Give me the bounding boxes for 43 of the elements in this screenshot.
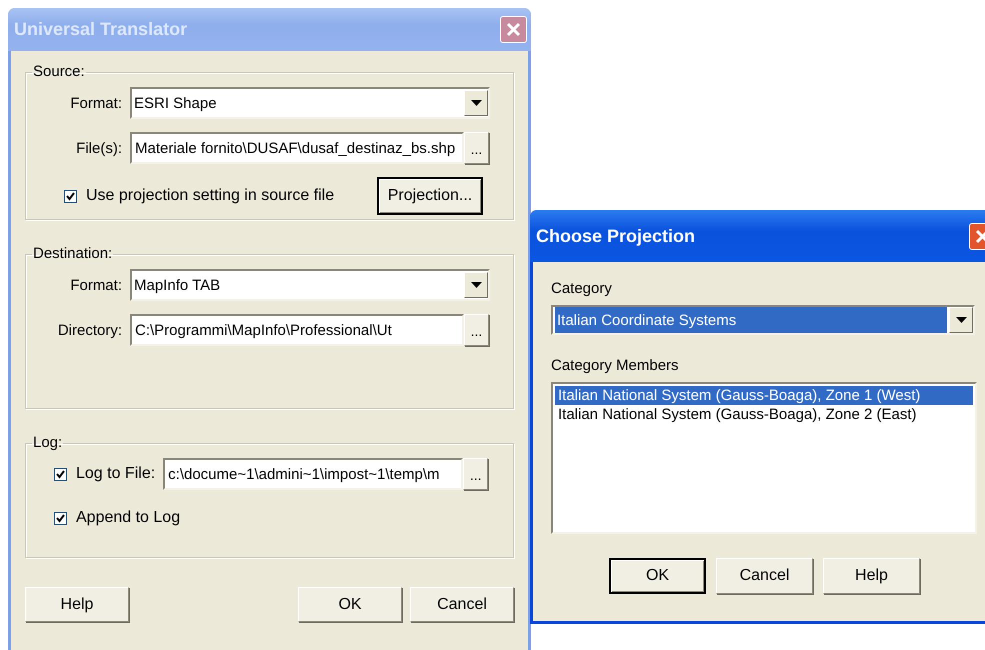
field-label: Category Members <box>551 357 680 374</box>
caret-icon <box>470 282 482 288</box>
window-title: Universal Translator <box>14 19 188 40</box>
dropdown-button[interactable] <box>464 272 488 298</box>
dialog-button[interactable]: Cancel <box>410 587 514 622</box>
dropdown-button[interactable] <box>464 90 488 116</box>
group-label: Log: <box>33 434 62 451</box>
path-field[interactable]: c:\docume~1\admini~1\impost~1\temp\m <box>163 458 464 490</box>
checkbox[interactable] <box>54 468 67 480</box>
list-item[interactable]: Italian National System (Gauss-Boaga), Zone 2 (East) <box>555 405 973 424</box>
dialog-button[interactable]: OK <box>609 558 706 594</box>
dropdown[interactable]: MapInfo TAB <box>130 269 490 301</box>
dialog-button[interactable]: Projection... <box>377 177 483 215</box>
browse-button[interactable]: ... <box>464 314 489 346</box>
path-field[interactable]: Materiale fornito\DUSAF\dusaf_destinaz_bs.shp <box>130 132 464 164</box>
field-label: Directory: <box>56 322 122 338</box>
dialog-button[interactable]: Help <box>823 558 920 594</box>
checkbox-label: Append to Log <box>76 509 180 527</box>
checkbox-label: Log to File: <box>76 465 156 483</box>
checkbox[interactable] <box>64 190 77 202</box>
field-label: Category <box>551 280 613 297</box>
browse-button[interactable]: ... <box>464 132 489 164</box>
field-label: File(s): <box>75 140 122 156</box>
field-label: Format: <box>69 94 122 112</box>
group-label: Source: <box>33 63 85 80</box>
caret-icon <box>470 100 482 106</box>
checkbox[interactable] <box>54 512 67 524</box>
dialog-button[interactable]: Help <box>25 587 129 622</box>
dialog-button[interactable]: Cancel <box>716 558 813 594</box>
path-field[interactable]: C:\Programmi\MapInfo\Professional\Ut <box>130 314 464 346</box>
close-icon <box>506 22 521 37</box>
field-label: Format: <box>69 276 122 294</box>
browse-button[interactable]: ... <box>463 458 488 490</box>
list-item[interactable]: Italian National System (Gauss-Boaga), Zone 1 (West) <box>555 386 973 405</box>
window-title: Choose Projection <box>536 226 696 246</box>
dropdown-button[interactable] <box>949 307 973 333</box>
caret-icon <box>956 317 966 323</box>
checkbox-label: Use projection setting in source file <box>86 187 334 205</box>
group-label: Destination: <box>33 245 112 262</box>
dialog-button[interactable]: OK <box>298 587 402 622</box>
close-button[interactable] <box>500 16 527 43</box>
dropdown[interactable]: ESRI Shape <box>130 87 490 119</box>
dropdown[interactable]: Italian Coordinate Systems <box>551 305 975 335</box>
